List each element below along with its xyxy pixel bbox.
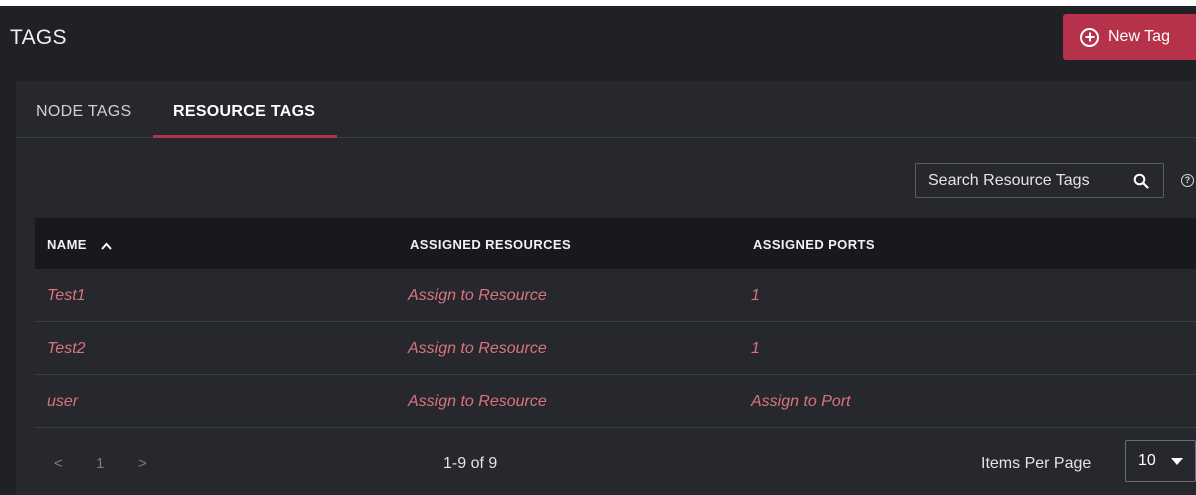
pagination-range: 1-9 of 9 xyxy=(443,455,498,472)
column-header-assigned-ports[interactable]: ASSIGNED PORTS xyxy=(753,237,875,252)
table-row: Test1 Assign to Resource 1 xyxy=(35,269,1196,322)
column-header-name[interactable]: NAME xyxy=(47,237,112,252)
assign-port-link[interactable]: Assign to Port xyxy=(751,393,851,411)
assign-resource-link[interactable]: Assign to Resource xyxy=(408,340,547,358)
active-tab-indicator xyxy=(153,135,337,138)
search-placeholder: Search Resource Tags xyxy=(928,171,1090,189)
previous-page-button[interactable]: < xyxy=(54,455,63,472)
sort-ascending-icon[interactable] xyxy=(101,242,112,250)
search-input[interactable]: Search Resource Tags xyxy=(915,163,1164,198)
table-row: Test2 Assign to Resource 1 xyxy=(35,322,1196,375)
items-per-page-select[interactable]: 10 xyxy=(1125,440,1196,482)
tab-node-tags[interactable]: NODE TAGS xyxy=(36,103,131,121)
table-row: user Assign to Resource Assign to Port xyxy=(35,375,1196,428)
tag-name-link[interactable]: Test1 xyxy=(47,287,86,305)
assign-resource-link[interactable]: Assign to Resource xyxy=(408,287,547,305)
tag-name-link[interactable]: Test2 xyxy=(47,340,86,358)
items-per-page-value: 10 xyxy=(1138,452,1156,469)
table-header: NAME ASSIGNED RESOURCES ASSIGNED PORTS xyxy=(35,218,1196,269)
assigned-ports-link[interactable]: 1 xyxy=(751,287,760,305)
search-icon[interactable] xyxy=(1133,173,1149,189)
assign-resource-link[interactable]: Assign to Resource xyxy=(408,393,547,411)
next-page-button[interactable]: > xyxy=(138,455,147,472)
new-tag-button[interactable]: New Tag xyxy=(1063,14,1196,60)
plus-circle-icon xyxy=(1080,27,1099,47)
tab-resource-tags[interactable]: RESOURCE TAGS xyxy=(173,103,315,121)
page-title: TAGS xyxy=(10,26,67,49)
help-icon[interactable]: ? xyxy=(1181,174,1194,187)
tags-page: TAGS New Tag NODE TAGS RESOURCE TAGS Sea… xyxy=(0,6,1196,495)
tag-name-link[interactable]: user xyxy=(47,393,78,411)
column-header-assigned-resources[interactable]: ASSIGNED RESOURCES xyxy=(410,237,571,252)
column-name-label: NAME xyxy=(47,237,87,252)
chevron-down-icon xyxy=(1171,458,1183,465)
tab-bar: NODE TAGS RESOURCE TAGS xyxy=(16,81,1196,138)
page-number[interactable]: 1 xyxy=(96,455,104,472)
new-tag-label: New Tag xyxy=(1108,28,1170,45)
tags-panel: NODE TAGS RESOURCE TAGS Search Resource … xyxy=(16,81,1196,495)
assigned-ports-link[interactable]: 1 xyxy=(751,340,760,358)
items-per-page-label: Items Per Page xyxy=(981,455,1092,472)
